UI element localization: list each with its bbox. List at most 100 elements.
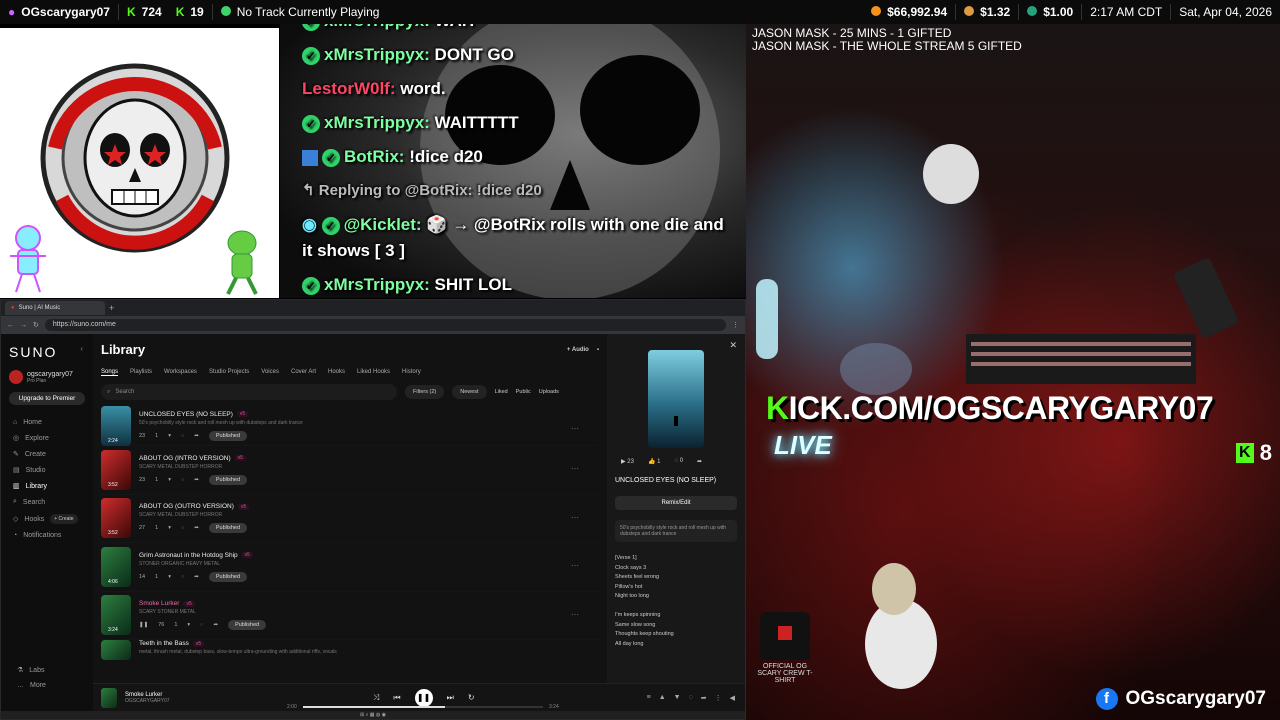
- more-options-icon[interactable]: ⋯: [571, 464, 579, 473]
- dislike-icon[interactable]: ▾: [187, 622, 190, 628]
- sidebar-item-more[interactable]: … More: [17, 682, 46, 689]
- upgrade-button[interactable]: Upgrade to Premier: [9, 392, 85, 405]
- close-icon[interactable]: ✕: [729, 340, 737, 351]
- sidebar-item-home[interactable]: ⌂ Home: [13, 419, 85, 426]
- share-icon[interactable]: ➦: [701, 694, 707, 702]
- tab-cover-art[interactable]: Cover Art: [291, 369, 316, 376]
- tab-hooks[interactable]: Hooks: [328, 369, 345, 376]
- song-title[interactable]: Teeth in the Bass v5: [139, 640, 599, 647]
- share-icon[interactable]: ➦: [194, 477, 199, 483]
- sidebar-item-hooks[interactable]: ◇ Hooks + Create: [13, 514, 85, 524]
- previous-icon[interactable]: ⏮: [393, 693, 400, 703]
- sidebar-item-search[interactable]: ⌕ Search: [13, 498, 85, 506]
- song-thumbnail[interactable]: 3:52: [101, 498, 131, 539]
- sort-dropdown[interactable]: Newest: [452, 385, 487, 399]
- share-icon[interactable]: ➦: [194, 525, 199, 531]
- share-icon[interactable]: ➦: [697, 458, 702, 465]
- forward-icon[interactable]: →: [20, 322, 27, 329]
- song-title[interactable]: ABOUT OG (INTRO VERSION) v5: [139, 455, 599, 462]
- tab-suno[interactable]: ● Suno | AI Music: [5, 301, 105, 315]
- like-button[interactable]: 1: [155, 525, 158, 531]
- like-icon[interactable]: ▲: [659, 694, 666, 702]
- comment-icon[interactable]: ◌: [181, 574, 184, 580]
- add-audio-button[interactable]: + Audio: [567, 347, 589, 353]
- song-row[interactable]: 2:24 UNCLOSED EYES (NO SLEEP) v5 50's psy…: [101, 405, 599, 446]
- dislike-icon[interactable]: ▼: [674, 694, 681, 702]
- sidebar-item-notifications[interactable]: ◔ Notifications: [13, 532, 85, 539]
- comment-icon[interactable]: ◌: [181, 525, 184, 531]
- queue-icon[interactable]: ≡: [647, 694, 651, 702]
- like-button[interactable]: 1: [155, 433, 158, 439]
- extensions-icon[interactable]: ⋮: [732, 321, 739, 329]
- player-artist[interactable]: OGSCARYGARY07: [125, 698, 170, 704]
- public-toggle[interactable]: Public: [516, 389, 531, 395]
- sidebar-item-library[interactable]: ▥ Library: [13, 482, 85, 491]
- trash-icon[interactable]: ▪: [597, 347, 599, 353]
- song-title[interactable]: Smoke Lurker v5: [139, 600, 599, 607]
- published-badge[interactable]: Published: [228, 620, 267, 631]
- share-icon[interactable]: ➦: [194, 433, 199, 439]
- comment-icon[interactable]: ◌: [181, 477, 184, 483]
- tab-history[interactable]: History: [402, 369, 421, 376]
- like-button[interactable]: 1: [155, 574, 158, 580]
- new-tab-button[interactable]: +: [109, 303, 114, 313]
- song-title[interactable]: Grim Astronaut in the Hotdog Ship v5: [139, 552, 599, 559]
- more-icon[interactable]: ⋮: [715, 694, 722, 702]
- pause-icon[interactable]: ❚❚: [139, 622, 148, 628]
- user-profile[interactable]: ogscarygary07 Pro Plan: [9, 370, 85, 384]
- sidebar-item-labs[interactable]: ⚗ Labs: [17, 666, 46, 675]
- collapse-icon[interactable]: ‹: [80, 344, 85, 360]
- song-row[interactable]: 4:06 Grim Astronaut in the Hotdog Ship v5…: [101, 543, 599, 592]
- comment-icon[interactable]: ◌: [689, 694, 693, 702]
- hooks-create-button[interactable]: + Create: [50, 514, 78, 524]
- song-thumbnail[interactable]: 3:52: [101, 449, 131, 490]
- song-thumbnail[interactable]: 3:24: [101, 595, 131, 636]
- sidebar-item-explore[interactable]: ◎ Explore: [13, 434, 85, 443]
- comment-icon[interactable]: ◌: [200, 622, 203, 628]
- song-row[interactable]: Teeth in the Bass v5 metal, thrash metal,…: [101, 640, 599, 664]
- search-input[interactable]: ⌕ Search: [101, 384, 397, 400]
- liked-toggle[interactable]: Liked: [495, 389, 508, 395]
- next-icon[interactable]: ⏭: [447, 693, 454, 703]
- published-badge[interactable]: Published: [208, 474, 248, 485]
- url-field[interactable]: https://suno.com/me: [44, 319, 726, 331]
- share-icon[interactable]: ➦: [213, 622, 218, 628]
- like-button[interactable]: 1: [174, 622, 177, 628]
- published-badge[interactable]: Published: [208, 571, 248, 582]
- comment-icon[interactable]: ◌: [181, 433, 184, 439]
- more-options-icon[interactable]: ⋯: [571, 610, 579, 619]
- song-row[interactable]: 3:52 ABOUT OG (INTRO VERSION) v5 SCARY ME…: [101, 446, 599, 495]
- dislike-icon[interactable]: ▾: [168, 477, 171, 483]
- song-title[interactable]: ABOUT OG (OUTRO VERSION) v5: [139, 503, 599, 510]
- reload-icon[interactable]: ↻: [33, 321, 39, 329]
- more-options-icon[interactable]: ⋯: [571, 424, 579, 433]
- song-thumbnail[interactable]: [101, 640, 131, 660]
- progress-bar[interactable]: [303, 706, 543, 708]
- more-options-icon[interactable]: ⋯: [571, 561, 579, 570]
- dislike-icon[interactable]: ▾: [168, 433, 171, 439]
- song-thumbnail[interactable]: 4:06: [101, 546, 131, 587]
- dislike-icon[interactable]: ▾: [168, 525, 171, 531]
- like-button[interactable]: 1: [155, 477, 158, 483]
- likes-stat[interactable]: 👍 1: [648, 458, 660, 465]
- volume-icon[interactable]: ◀: [730, 694, 735, 702]
- song-thumbnail[interactable]: 2:24: [101, 405, 131, 446]
- published-badge[interactable]: Published: [208, 523, 248, 534]
- tab-playlists[interactable]: Playlists: [130, 369, 152, 376]
- share-icon[interactable]: ➦: [194, 574, 199, 580]
- pause-button[interactable]: ❚❚: [414, 688, 433, 707]
- published-badge[interactable]: Published: [208, 430, 248, 441]
- player-thumbnail[interactable]: [101, 687, 117, 708]
- shuffle-icon[interactable]: ⤨: [373, 693, 379, 703]
- tab-workspaces[interactable]: Workspaces: [164, 369, 197, 376]
- more-options-icon[interactable]: ⋯: [571, 513, 579, 522]
- sidebar-item-create[interactable]: ✎ Create: [13, 450, 85, 459]
- tab-voices[interactable]: Voices: [261, 369, 279, 376]
- song-row[interactable]: 3:24 Smoke Lurker v5 SCARY STONER METAL ❚…: [101, 592, 599, 640]
- remix-edit-button[interactable]: Remix/Edit: [615, 496, 737, 510]
- dislike-icon[interactable]: ▾: [168, 574, 171, 580]
- tab-songs[interactable]: Songs: [101, 369, 119, 376]
- comments-stat[interactable]: ◌ 0: [674, 458, 683, 465]
- song-row[interactable]: 3:52 ABOUT OG (OUTRO VERSION) v5 SCARY ME…: [101, 495, 599, 543]
- filters-button[interactable]: Filters (2): [405, 385, 445, 399]
